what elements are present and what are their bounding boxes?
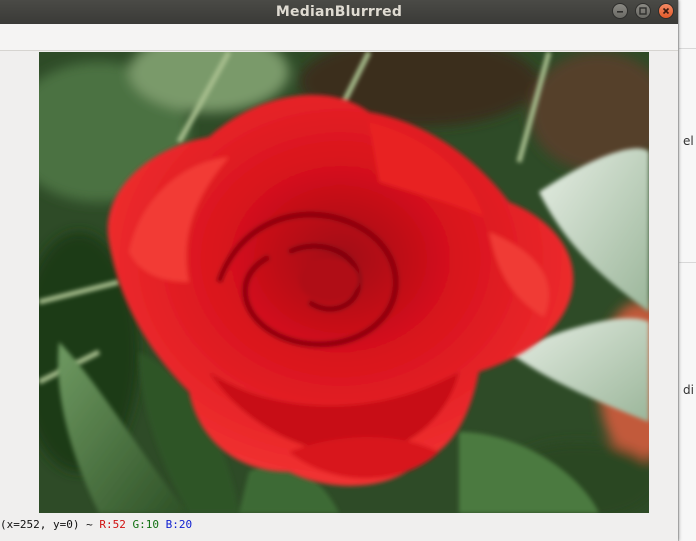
- background-divider: [679, 262, 696, 263]
- red-value: R:52: [99, 518, 126, 531]
- maximize-icon: [639, 7, 647, 15]
- cursor-coordinates: (x=252, y=0) ~: [0, 518, 93, 531]
- window-controls: [610, 3, 674, 21]
- pixel-info: (x=252, y=0) ~ R:52 G:10 B:20: [0, 518, 192, 531]
- title-bar[interactable]: MedianBlurrred: [0, 0, 678, 24]
- background-text: el: [683, 134, 694, 148]
- image-canvas[interactable]: [39, 52, 649, 513]
- toolbar: [0, 24, 678, 51]
- rose-image: [39, 52, 649, 513]
- background-window: el di: [678, 0, 696, 541]
- blue-value: B:20: [165, 518, 193, 531]
- close-icon: [662, 7, 670, 15]
- minimize-icon: [616, 11, 623, 13]
- maximize-button[interactable]: [634, 3, 651, 19]
- background-text: di: [683, 383, 694, 397]
- image-window: MedianBlurrred (x=252, y=0) ~ R:52 G:10 …: [0, 0, 678, 541]
- minimize-button[interactable]: [611, 3, 628, 19]
- background-divider: [679, 48, 696, 49]
- status-bar: (x=252, y=0) ~ R:52 G:10 B:20: [0, 516, 678, 541]
- close-button[interactable]: [658, 3, 674, 19]
- green-value: G:10: [132, 518, 159, 531]
- window-title: MedianBlurrred: [275, 4, 403, 20]
